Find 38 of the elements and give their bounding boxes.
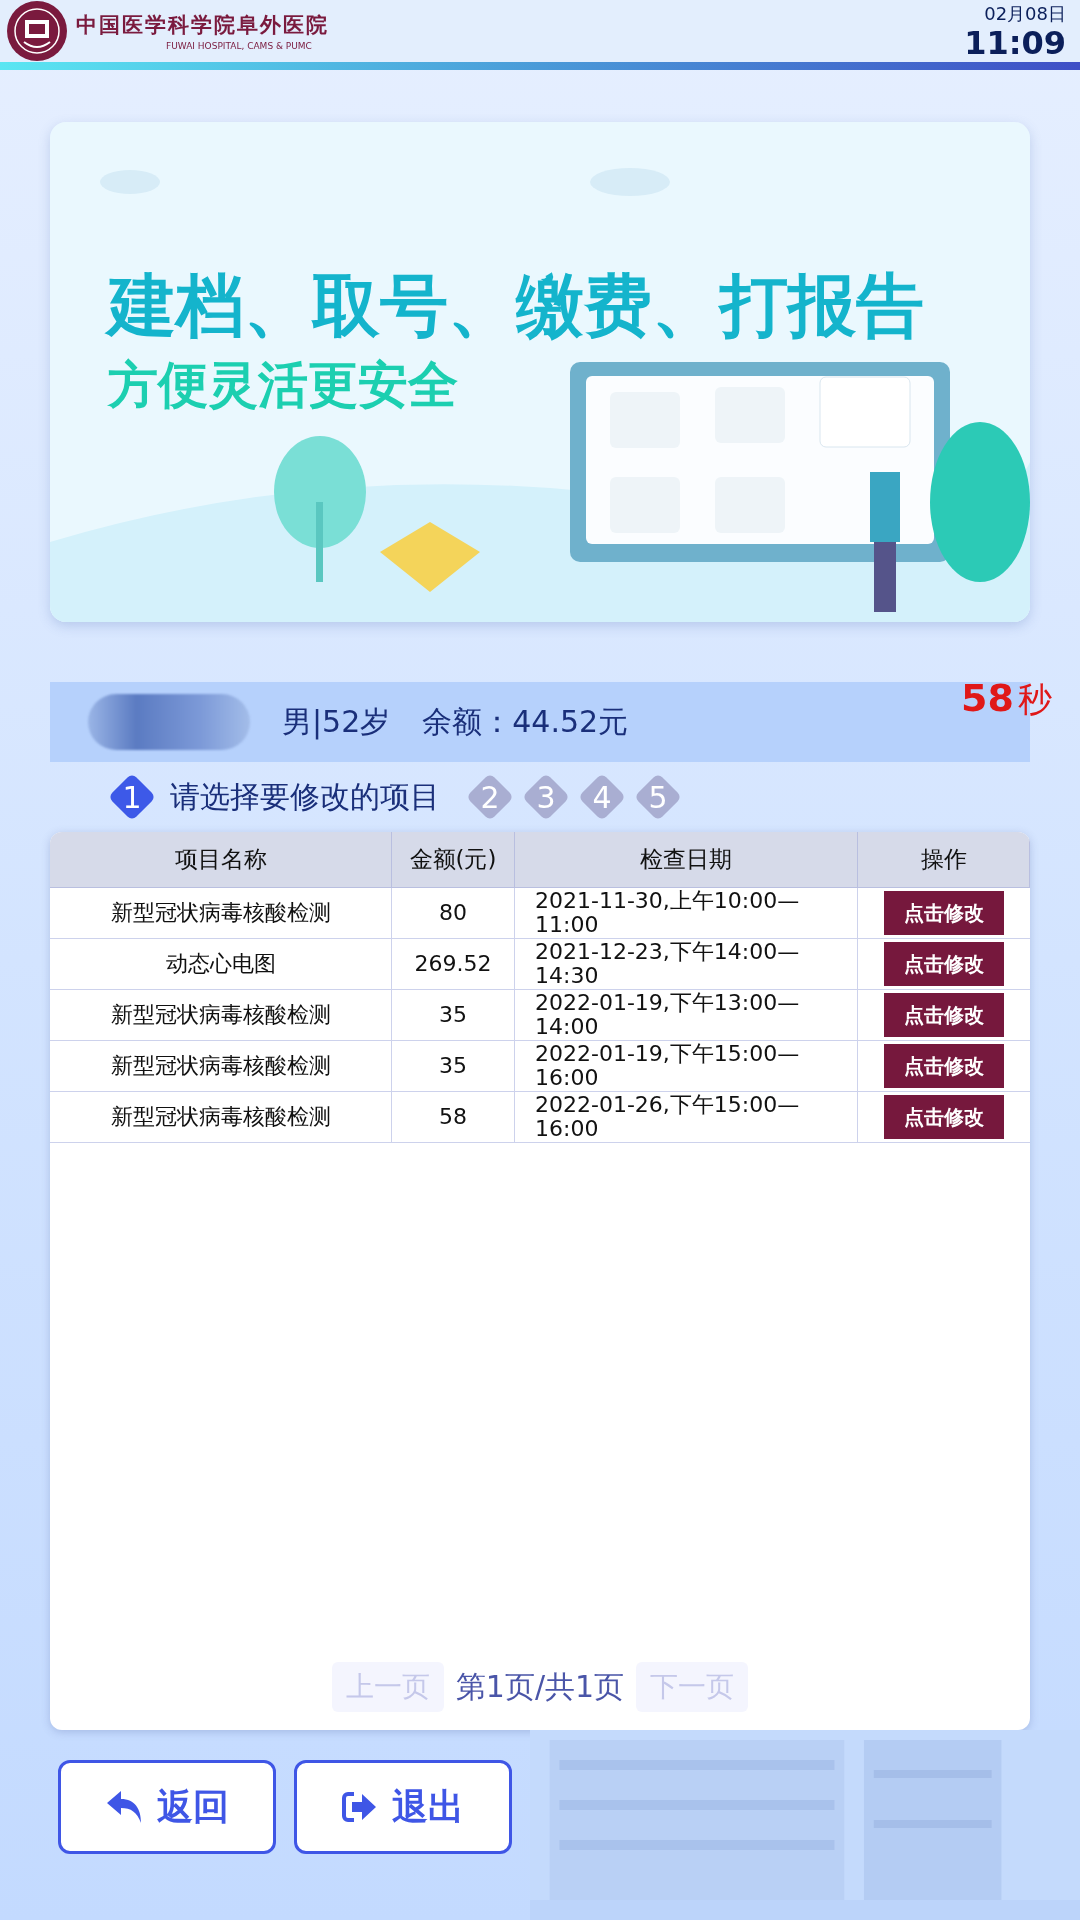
- back-button[interactable]: 返回: [58, 1760, 276, 1854]
- table-cell: 2021-11-30,上午10:00—11:00: [515, 888, 858, 939]
- step-caption: 请选择要修改的项目: [170, 777, 440, 816]
- table-cell: 2022-01-26,下午15:00—16:00: [515, 1092, 858, 1143]
- hospital-logo-icon: [6, 0, 68, 62]
- edit-button[interactable]: 点击修改: [884, 891, 1004, 935]
- column-header: 金额(元): [392, 832, 515, 888]
- balance-text: 余额：44.52元: [422, 702, 629, 741]
- table-cell: 新型冠状病毒核酸检测: [50, 1092, 392, 1143]
- table-cell: 2022-01-19,下午15:00—16:00: [515, 1041, 858, 1092]
- table-cell: 35: [392, 1041, 515, 1092]
- table-cell: 动态心电图: [50, 939, 392, 990]
- table-cell: 35: [392, 990, 515, 1041]
- column-header: 操作: [858, 832, 1030, 888]
- countdown-unit: 秒: [1018, 678, 1052, 721]
- table-cell: 新型冠状病毒核酸检测: [50, 1041, 392, 1092]
- hospital-name-english: FUWAI HOSPITAL, CAMS & PUMC: [166, 41, 313, 51]
- table-cell: 新型冠状病毒核酸检测: [50, 990, 392, 1041]
- countdown-value: 58: [961, 676, 1014, 720]
- table-cell: 新型冠状病毒核酸检测: [50, 888, 392, 939]
- table-cell: 2021-12-23,下午14:00—14:30: [515, 939, 858, 990]
- table-cell: 269.52: [392, 939, 515, 990]
- patient-details: 男|52岁: [282, 702, 391, 742]
- edit-button[interactable]: 点击修改: [884, 1044, 1004, 1088]
- table-cell: 2022-01-19,下午13:00—14:00: [515, 990, 858, 1041]
- edit-button[interactable]: 点击修改: [884, 993, 1004, 1037]
- edit-button[interactable]: 点击修改: [884, 1095, 1004, 1139]
- exit-button[interactable]: 退出: [294, 1760, 512, 1854]
- table-cell: 80: [392, 888, 515, 939]
- banner-subline: 方便灵活更安全: [108, 360, 458, 410]
- edit-button[interactable]: 点击修改: [884, 942, 1004, 986]
- column-header: 检查日期: [515, 832, 858, 888]
- page-status: 第1页/共1页: [455, 1668, 625, 1706]
- table-cell: 58: [392, 1092, 515, 1143]
- column-header: 项目名称: [50, 832, 392, 888]
- hospital-name: 中国医学科学院阜外医院: [76, 11, 329, 39]
- time-text: 11:09: [964, 26, 1066, 60]
- date-text: 02月08日: [984, 2, 1066, 26]
